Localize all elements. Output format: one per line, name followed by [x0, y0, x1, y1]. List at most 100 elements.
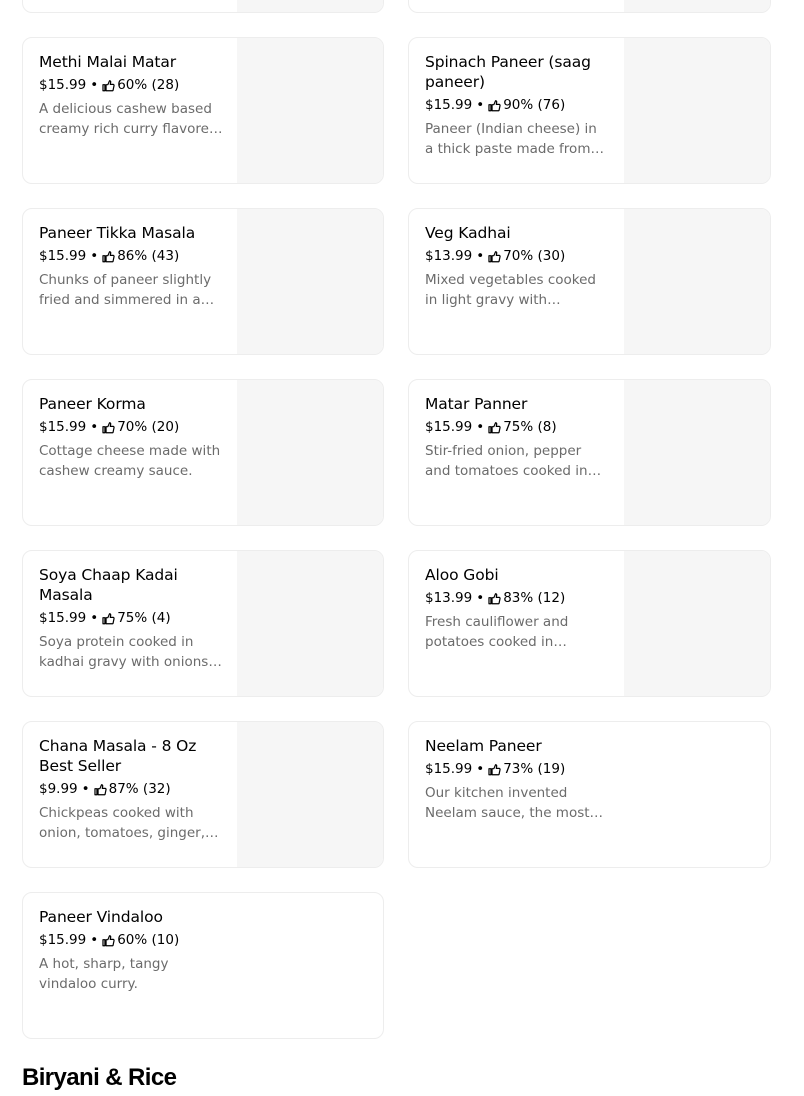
thumbs-up-icon	[488, 592, 501, 605]
item-image-placeholder	[624, 209, 770, 354]
thumbs-up-icon	[102, 79, 115, 92]
item-description: Paneer (Indian cheese) in a thick paste …	[425, 121, 597, 157]
item-meta: $15.99 • 73% (19)	[425, 760, 609, 778]
meta-separator: •	[476, 248, 485, 264]
item-rating: 83% (12)	[503, 590, 566, 606]
thumbs-up-icon	[102, 934, 115, 947]
thumbs-up-icon	[488, 421, 501, 434]
item-meta: $15.99 • 60% (10)	[39, 931, 223, 949]
meta-separator: •	[476, 97, 485, 113]
thumbs-up-icon	[102, 250, 115, 263]
item-price: $15.99	[425, 97, 473, 113]
item-meta: $15.99 • 90% (76)	[425, 96, 609, 114]
item-name: Soya Chaap Kadai Masala	[39, 566, 178, 604]
item-price: $15.99	[39, 610, 87, 626]
meta-separator: •	[90, 248, 99, 264]
menu-item-card[interactable]: Veg Kadhai $13.99 • 70% (30) Mixed veget…	[408, 208, 771, 355]
item-image-placeholder	[624, 0, 770, 12]
meta-separator: •	[90, 77, 99, 93]
item-name: Chana Masala - 8 Oz Best Seller	[39, 737, 197, 775]
menu-item-card[interactable]: Paneer Vindaloo $15.99 • 60% (10) A hot,…	[22, 892, 384, 1039]
section-title-biryani-rice: Biryani & Rice	[22, 1064, 177, 1091]
item-rating: 87% (32)	[108, 781, 171, 797]
meta-separator: •	[90, 419, 99, 435]
item-description: Mixed vegetables cooked in light gravy w…	[425, 272, 596, 308]
item-image-placeholder	[624, 551, 770, 696]
meta-separator: •	[476, 761, 485, 777]
item-description: Soya protein cooked in kadhai gravy with…	[39, 634, 209, 670]
menu-item-card-partial[interactable]	[22, 0, 384, 13]
item-name: Methi Malai Matar	[39, 53, 177, 71]
item-description: Fresh cauliflower and potatoes cooked in…	[425, 614, 569, 650]
item-name: Paneer Korma	[39, 395, 146, 413]
item-meta: $15.99 • 75% (8)	[425, 418, 609, 436]
menu-item-card[interactable]: Spinach Paneer (saag paneer) $15.99 • 90…	[408, 37, 771, 184]
item-price: $13.99	[425, 248, 473, 264]
menu-item-card[interactable]: Paneer Korma $15.99 • 70% (20) Cottage c…	[22, 379, 384, 526]
item-price: $15.99	[425, 761, 473, 777]
item-price: $15.99	[39, 419, 87, 435]
item-meta: $13.99 • 70% (30)	[425, 247, 609, 265]
thumbs-up-icon	[102, 612, 115, 625]
thumbs-up-icon	[488, 99, 501, 112]
item-price: $15.99	[39, 77, 87, 93]
item-meta: $13.99 • 83% (12)	[425, 589, 609, 607]
item-description: Chickpeas cooked with onion, tomatoes, g…	[39, 805, 206, 841]
item-rating: 75% (4)	[117, 610, 171, 626]
item-description: Our kitchen invented Neelam sauce, the m…	[425, 785, 590, 821]
item-description: A hot, sharp, tangy vindaloo curry.	[39, 956, 169, 992]
item-image-placeholder	[624, 38, 770, 183]
item-name: Neelam Paneer	[425, 737, 542, 755]
item-rating: 90% (76)	[503, 97, 566, 113]
item-rating: 86% (43)	[117, 248, 180, 264]
menu-item-card[interactable]: Neelam Paneer $15.99 • 73% (19) Our kitc…	[408, 721, 771, 868]
item-rating: 75% (8)	[503, 419, 557, 435]
meta-separator: •	[476, 590, 485, 606]
item-meta: $15.99 • 60% (28)	[39, 76, 223, 94]
thumbs-up-icon	[488, 250, 501, 263]
thumbs-up-icon	[488, 763, 501, 776]
meta-separator: •	[90, 932, 99, 948]
menu-item-card[interactable]: Aloo Gobi $13.99 • 83% (12) Fresh caulif…	[408, 550, 771, 697]
item-rating: 60% (28)	[117, 77, 180, 93]
menu-item-card[interactable]: Methi Malai Matar $15.99 • 60% (28) A de…	[22, 37, 384, 184]
item-price: $15.99	[39, 932, 87, 948]
item-meta: $9.99 • 87% (32)	[39, 780, 223, 798]
item-price: $15.99	[39, 248, 87, 264]
item-rating: 70% (20)	[117, 419, 180, 435]
item-image-placeholder	[237, 722, 383, 867]
item-image-placeholder	[237, 380, 383, 525]
item-description: Chunks of paneer slightly fried and simm…	[39, 272, 212, 308]
item-image-placeholder	[237, 38, 383, 183]
menu-item-card[interactable]: Matar Panner $15.99 • 75% (8) Stir-fried…	[408, 379, 771, 526]
item-image-placeholder	[237, 551, 383, 696]
item-description: Stir-fried onion, pepper and tomatoes co…	[425, 443, 588, 479]
item-description: Cottage cheese made with cashew creamy s…	[39, 443, 221, 479]
item-name: Paneer Tikka Masala	[39, 224, 196, 242]
menu-item-card[interactable]: Paneer Tikka Masala $15.99 • 86% (43) Ch…	[22, 208, 384, 355]
item-price: $15.99	[425, 419, 473, 435]
item-name: Spinach Paneer (saag paneer)	[425, 53, 591, 91]
thumbs-up-icon	[93, 783, 107, 796]
meta-separator: •	[90, 610, 99, 626]
item-meta: $15.99 • 75% (4)	[39, 609, 223, 627]
meta-separator: •	[81, 781, 90, 797]
item-name: Paneer Vindaloo	[39, 908, 163, 926]
meta-separator: •	[476, 419, 485, 435]
item-price: $13.99	[425, 590, 473, 606]
item-meta: $15.99 • 86% (43)	[39, 247, 223, 265]
item-image-placeholder	[624, 380, 770, 525]
item-rating: 73% (19)	[503, 761, 566, 777]
item-description: A delicious cashew based creamy rich cur…	[39, 101, 218, 137]
item-name: Matar Panner	[425, 395, 528, 413]
item-rating: 60% (10)	[117, 932, 180, 948]
menu-item-card-partial[interactable]	[408, 0, 771, 13]
menu-item-card[interactable]: Chana Masala - 8 Oz Best Seller $9.99 • …	[22, 721, 384, 868]
item-rating: 70% (30)	[503, 248, 566, 264]
menu-item-card[interactable]: Soya Chaap Kadai Masala $15.99 • 75% (4)…	[22, 550, 384, 697]
item-name: Aloo Gobi	[425, 566, 499, 584]
item-meta: $15.99 • 70% (20)	[39, 418, 223, 436]
item-image-placeholder	[237, 209, 383, 354]
item-image-placeholder	[237, 0, 383, 12]
item-price: $9.99	[39, 781, 78, 797]
